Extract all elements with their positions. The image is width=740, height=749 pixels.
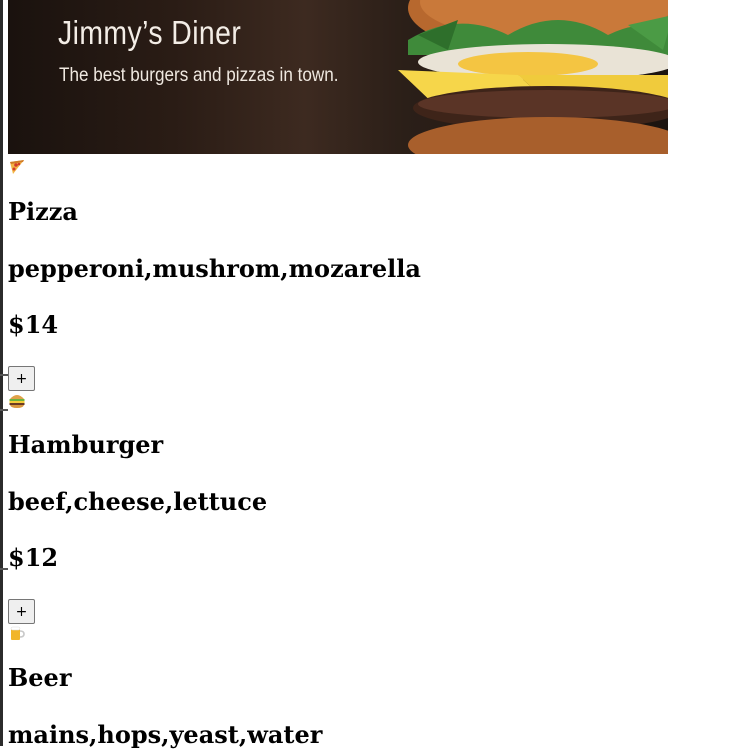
add-pizza-button[interactable]: + — [8, 366, 35, 391]
item-name: Pizza — [8, 197, 78, 226]
edge-marker — [0, 374, 8, 376]
beer-icon — [8, 624, 708, 642]
item-name: Beer — [8, 663, 72, 692]
hero-title: Jimmy’s Diner — [58, 14, 242, 51]
window-edge — [0, 0, 3, 746]
edge-marker — [0, 568, 8, 570]
menu-list: Pizza pepperoni,mushrom,mozarella $14 + … — [8, 158, 708, 749]
add-hamburger-button[interactable]: + — [8, 599, 35, 624]
item-ingredients: beef,cheese,lettuce — [8, 487, 268, 516]
hero-subtitle: The best burgers and pizzas in town. — [59, 65, 339, 86]
item-name: Hamburger — [8, 430, 164, 459]
item-ingredients: pepperoni,mushrom,mozarella — [8, 254, 421, 283]
item-ingredients: mains,hops,yeast,water — [8, 720, 323, 749]
edge-marker — [0, 409, 8, 411]
burger-image — [398, 0, 668, 154]
menu-item-hamburger: Hamburger beef,cheese,lettuce $12 + — [8, 391, 708, 624]
item-price: $12 — [8, 543, 59, 572]
hero-banner: Jimmy’s Diner The best burgers and pizza… — [8, 0, 668, 154]
menu-item-beer: Beer mains,hops,yeast,water — [8, 624, 708, 749]
item-price: $14 — [8, 310, 59, 339]
pizza-icon — [8, 158, 708, 176]
menu-item-pizza: Pizza pepperoni,mushrom,mozarella $14 + — [8, 158, 708, 391]
hamburger-icon — [8, 391, 708, 409]
